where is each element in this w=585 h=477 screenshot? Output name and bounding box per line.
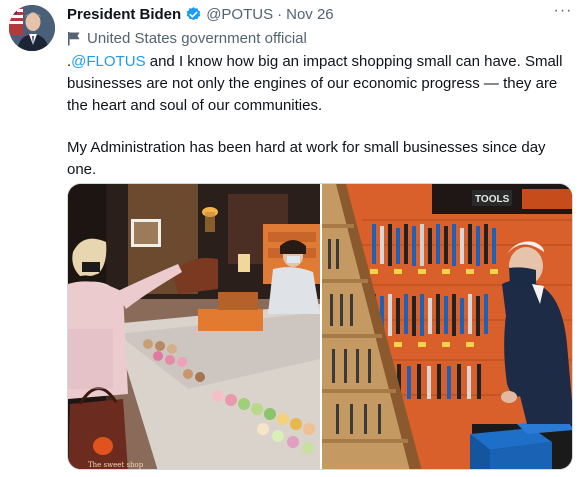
government-label: United States government official xyxy=(67,28,307,48)
tweet-card[interactable]: President Biden @POTUS · Nov 26 ··· Unit… xyxy=(0,0,585,477)
tweet-date[interactable]: Nov 26 xyxy=(286,6,334,23)
tweet-header: President Biden @POTUS · Nov 26 xyxy=(67,3,334,25)
tweet-text-line2: My Administration has been hard at work … xyxy=(67,139,546,178)
government-label-text: United States government official xyxy=(87,29,307,47)
avatar[interactable] xyxy=(9,5,55,51)
photo-candy-shop[interactable]: The sweet shop xyxy=(68,184,320,469)
tweet-text: .@FLOTUS and I know how big an impact sh… xyxy=(67,51,572,181)
more-options-icon[interactable]: ··· xyxy=(552,3,574,22)
verified-badge-icon xyxy=(185,6,202,23)
tweet-media: The sweet shop TOOLS xyxy=(67,183,573,470)
author-name[interactable]: President Biden xyxy=(67,6,181,23)
photo-hardware-store[interactable]: TOOLS xyxy=(322,184,572,469)
separator-dot: · xyxy=(277,5,283,23)
mention-link[interactable]: @FLOTUS xyxy=(71,53,145,70)
bag-text: The sweet shop xyxy=(88,461,144,469)
store-sign-text: TOOLS xyxy=(475,194,510,205)
flag-icon xyxy=(68,31,80,45)
author-handle[interactable]: @POTUS xyxy=(206,6,273,23)
